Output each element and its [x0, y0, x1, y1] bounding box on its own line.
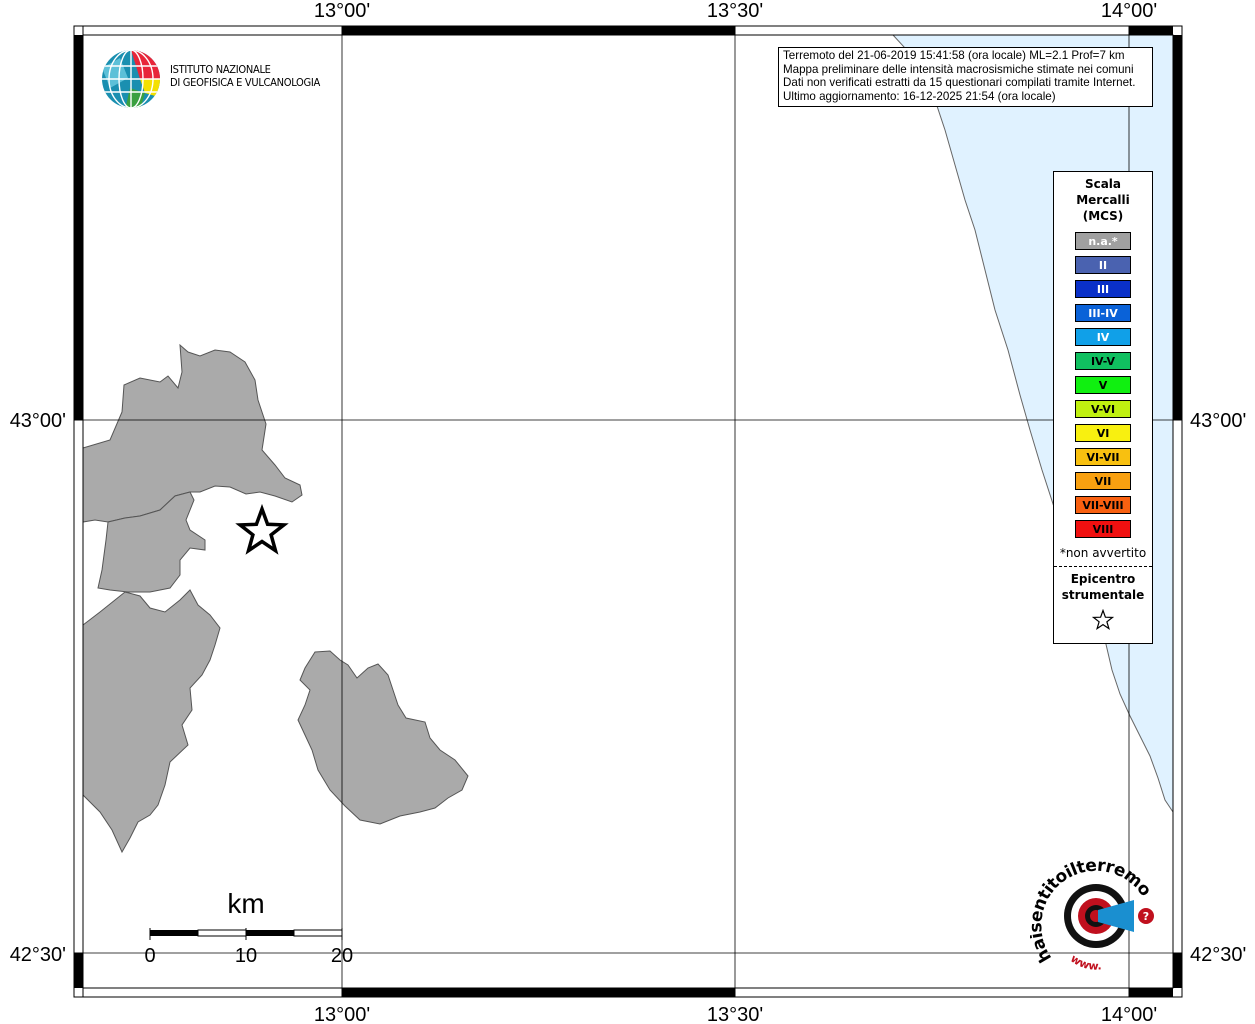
ingv-name: ISTITUTO NAZIONALE DI GEOFISICA E VULCAN…: [170, 63, 320, 89]
lon-label-top-2: 13°30': [707, 0, 763, 22]
haisentito-logo: haisentitoilterremoto.it www. ?: [1024, 843, 1160, 973]
lon-label-top-1: 13°00': [314, 0, 370, 22]
legend-items: n.a.* II III III-IV IV IV-V V V-VI VI VI-VII VII VI…: [1054, 232, 1152, 538]
legend-title-line2: Mercalli: [1076, 193, 1130, 207]
legend-star-icon: [1054, 608, 1152, 635]
scale-tick-0: 0: [144, 945, 155, 967]
legend-item: VII: [1075, 472, 1131, 490]
legend-item: VI-VII: [1075, 448, 1131, 466]
municipalities: [82, 343, 469, 854]
lon-label-bottom-1: 13°00': [314, 1004, 370, 1024]
legend-item: IV-V: [1075, 352, 1131, 370]
svg-text:?: ?: [1143, 910, 1149, 923]
legend-item: III-IV: [1075, 304, 1131, 322]
epicentre-star-icon: [235, 503, 289, 555]
legend-title: Scala Mercalli (MCS): [1054, 176, 1152, 224]
legend-item: VII-VIII: [1075, 496, 1131, 514]
ingv-logo: ISTITUTO NAZIONALE DI GEOFISICA E VULCAN…: [100, 48, 320, 110]
lon-label-bottom-3: 14°00': [1101, 1004, 1157, 1024]
legend-item: n.a.*: [1075, 232, 1131, 250]
legend-item: V: [1075, 376, 1131, 394]
legend-item: III: [1075, 280, 1131, 298]
event-info-box: Terremoto del 21-06-2019 15:41:58 (ora l…: [778, 47, 1153, 107]
event-info-line2: Mappa preliminare delle intensità macros…: [783, 62, 1134, 76]
event-info-line4: Ultimo aggiornamento: 16-12-2025 21:54 (…: [783, 89, 1056, 103]
globe-icon: [102, 50, 160, 108]
legend-title-line1: Scala: [1084, 177, 1122, 191]
legend-item: II: [1075, 256, 1131, 274]
legend-note: *non avvertito: [1059, 546, 1147, 560]
lat-label-left-1: 43°00': [10, 410, 66, 432]
haisentito-logo-www: www.: [1068, 952, 1102, 973]
scale-bar: km 0 10 20: [144, 888, 353, 967]
ingv-name-line1: ISTITUTO NAZIONALE: [170, 63, 271, 76]
municipality-north: [82, 343, 303, 523]
ingv-name-line2: DI GEOFISICA E VULCANOLOGIA: [170, 76, 320, 89]
legend-item: VIII: [1075, 520, 1131, 538]
legend-item: V-VI: [1075, 400, 1131, 418]
scale-tick-10: 10: [235, 945, 257, 967]
svg-text:www.: www.: [1068, 952, 1102, 973]
scale-tick-20: 20: [331, 945, 353, 967]
legend-item: VI: [1075, 424, 1131, 442]
legend-title-line3: (MCS): [1082, 209, 1124, 223]
lon-label-bottom-2: 13°30': [707, 1004, 763, 1024]
legend-divider: [1054, 566, 1152, 567]
legend-epicentre-label: Epicentro strumentale: [1054, 571, 1152, 603]
legend-epicentre-line1: Epicentro: [1070, 572, 1136, 586]
municipality-south-west: [82, 589, 221, 854]
legend-epicentre-line2: strumentale: [1061, 588, 1145, 602]
lat-label-left-2: 42°30': [10, 944, 66, 966]
legend-item: IV: [1075, 328, 1131, 346]
municipality-south-east: [297, 650, 469, 825]
event-info-line1: Terremoto del 21-06-2019 15:41:58 (ora l…: [783, 49, 1125, 62]
lon-label-top-3: 14°00': [1101, 0, 1157, 22]
event-info-line3: Dati non verificati estratti da 15 quest…: [783, 76, 1136, 90]
lat-label-right-1: 43°00': [1190, 410, 1246, 432]
scale-unit: km: [227, 888, 264, 919]
lat-label-right-2: 42°30': [1190, 944, 1246, 966]
mcs-legend: Scala Mercalli (MCS) n.a.* II III III-IV IV I…: [1053, 171, 1153, 644]
